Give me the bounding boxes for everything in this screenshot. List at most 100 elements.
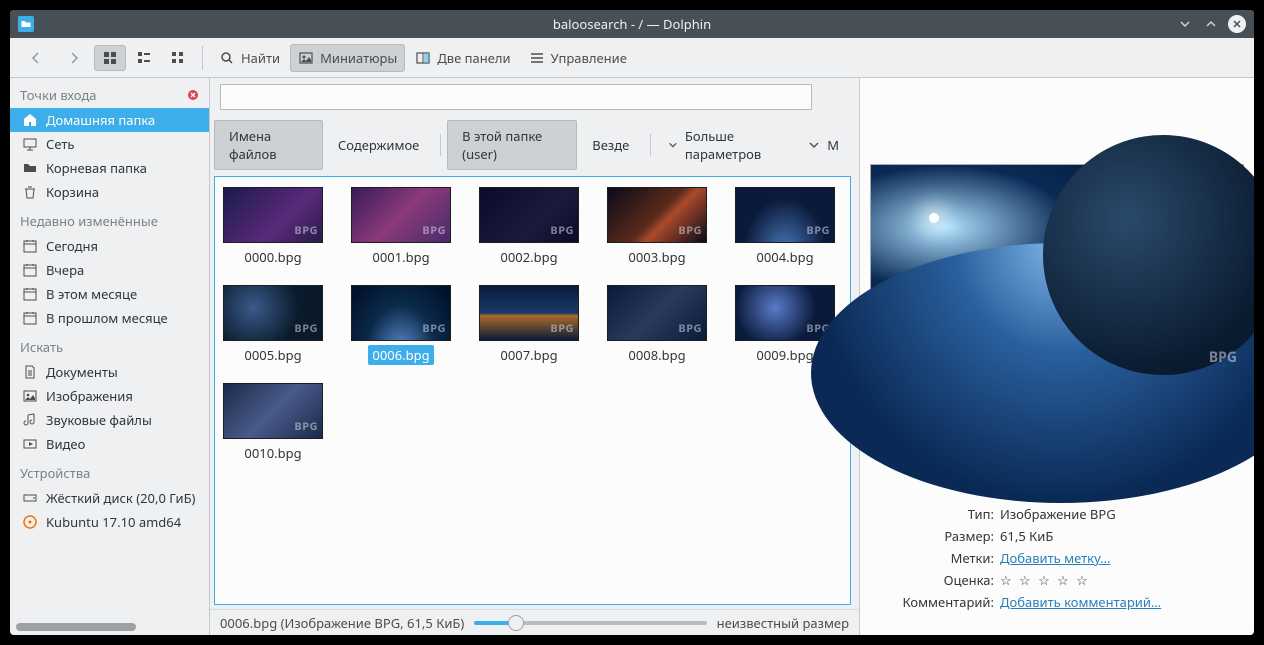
- main-toolbar: Найти Миниатюры Две панели Управление: [10, 38, 1254, 78]
- meta-size: 61,5 КиБ: [1000, 527, 1240, 545]
- file-item[interactable]: BPG 0006.bpg: [349, 285, 453, 365]
- file-name: 0007.bpg: [496, 345, 561, 365]
- file-name: 0010.bpg: [240, 443, 305, 463]
- recent-header: Недавно изменённые: [10, 204, 209, 234]
- view-icons-button[interactable]: [94, 45, 126, 71]
- image-icon: [22, 388, 38, 404]
- file-name: 0006.bpg: [368, 345, 433, 365]
- sidebar-item-places-0[interactable]: Домашняя папка: [10, 108, 209, 132]
- devices-header: Устройства: [10, 456, 209, 486]
- thumbnails-button[interactable]: Миниатюры: [290, 44, 405, 72]
- sidebar-item-recent-1[interactable]: Вчера: [10, 258, 209, 282]
- sidebar-item-search-3[interactable]: Видео: [10, 432, 209, 456]
- sidebar-item-search-2[interactable]: Звуковые файлы: [10, 408, 209, 432]
- file-view[interactable]: BPG 0000.bpg BPG 0001.bpg BPG 0002.bpg BPG0003…: [214, 176, 851, 605]
- information-panel: BPG 0006.bpg Тип: Изображение BPG Размер…: [859, 78, 1254, 635]
- maximize-button[interactable]: [1202, 15, 1220, 33]
- sidebar-item-recent-3[interactable]: В прошлом месяце: [10, 306, 209, 330]
- sidebar-item-places-2[interactable]: Корневая папка: [10, 156, 209, 180]
- file-thumbnail: BPG: [735, 187, 835, 243]
- disc-icon: [22, 514, 38, 530]
- zoom-slider[interactable]: [474, 615, 706, 631]
- file-name: 0001.bpg: [368, 247, 433, 267]
- search-filter-bar: Имена файлов Содержимое В этой папке (us…: [210, 116, 859, 176]
- sidebar-item-devices-0[interactable]: Жёсткий диск (20,0 ГиБ): [10, 486, 209, 510]
- sidebar-item-label: Корневая папка: [46, 159, 147, 177]
- close-places-icon[interactable]: [185, 87, 201, 103]
- file-thumbnail: BPG: [479, 285, 579, 341]
- network-icon: [22, 136, 38, 152]
- file-item[interactable]: BPG0005.bpg: [221, 285, 325, 365]
- sidebar-scrollbar[interactable]: [16, 623, 203, 633]
- sidebar-item-search-0[interactable]: Документы: [10, 360, 209, 384]
- sidebar-item-label: Видео: [46, 435, 85, 453]
- more-options-button[interactable]: Больше параметров: [657, 121, 803, 169]
- calendar-icon: [22, 286, 38, 302]
- status-right: неизвестный размер: [717, 614, 849, 632]
- file-name: 0005.bpg: [240, 345, 305, 365]
- file-item[interactable]: BPG0010.bpg: [221, 383, 325, 463]
- sidebar-item-places-1[interactable]: Сеть: [10, 132, 209, 156]
- calendar-icon: [22, 262, 38, 278]
- minimize-button[interactable]: [1176, 15, 1194, 33]
- sidebar-item-places-3[interactable]: Корзина: [10, 180, 209, 204]
- file-item[interactable]: BPG 0000.bpg: [221, 187, 325, 267]
- titlebar: baloosearch - / — Dolphin: [10, 10, 1254, 38]
- document-icon: [22, 364, 38, 380]
- view-compact-button[interactable]: [128, 45, 160, 71]
- file-item[interactable]: BPG 0004.bpg: [733, 187, 837, 267]
- file-thumbnail: BPG: [351, 187, 451, 243]
- file-name: 0000.bpg: [240, 247, 305, 267]
- filter-in-folder[interactable]: В этой папке (user): [447, 120, 577, 170]
- search-header: Искать: [10, 330, 209, 360]
- sidebar-item-search-1[interactable]: Изображения: [10, 384, 209, 408]
- forward-button[interactable]: [56, 45, 92, 71]
- file-name: 0002.bpg: [496, 247, 561, 267]
- file-item[interactable]: BPG 0002.bpg: [477, 187, 581, 267]
- sidebar-item-recent-2[interactable]: В этом месяце: [10, 282, 209, 306]
- rating-stars[interactable]: ☆ ☆ ☆ ☆ ☆: [1000, 571, 1240, 589]
- split-button[interactable]: Две панели: [407, 44, 518, 72]
- control-button[interactable]: Управление: [521, 44, 635, 72]
- sidebar-item-label: В этом месяце: [46, 285, 137, 303]
- add-tag-link[interactable]: Добавить метку…: [1000, 549, 1110, 567]
- back-button[interactable]: [18, 45, 54, 71]
- more-options-button-2[interactable]: М: [803, 130, 849, 160]
- video-icon: [22, 436, 38, 452]
- preview-image: BPG: [870, 164, 1244, 374]
- sidebar-item-label: Сеть: [46, 135, 74, 153]
- status-bar: 0006.bpg (Изображение BPG, 61,5 КиБ) неи…: [210, 609, 859, 635]
- file-item[interactable]: BPG0008.bpg: [605, 285, 709, 365]
- places-panel: Точки входа Домашняя папкаСетьКорневая п…: [10, 78, 210, 635]
- view-details-button[interactable]: [162, 45, 194, 71]
- file-item[interactable]: BPG 0007.bpg: [477, 285, 581, 365]
- file-name: 0009.bpg: [752, 345, 817, 365]
- sidebar-item-label: Домашняя папка: [46, 111, 155, 129]
- window-title: baloosearch - / — Dolphin: [10, 15, 1254, 33]
- location-input[interactable]: [220, 84, 812, 110]
- file-name: 0008.bpg: [624, 345, 689, 365]
- folder-icon: [22, 160, 38, 176]
- file-thumbnail: BPG: [351, 285, 451, 341]
- file-item[interactable]: BPG0003.bpg: [605, 187, 709, 267]
- sidebar-item-label: Сегодня: [46, 237, 98, 255]
- filter-everywhere[interactable]: Везде: [577, 129, 644, 161]
- location-bar: [210, 78, 859, 116]
- calendar-icon: [22, 310, 38, 326]
- sidebar-item-devices-1[interactable]: Kubuntu 17.10 amd64: [10, 510, 209, 534]
- calendar-icon: [22, 238, 38, 254]
- close-button[interactable]: [1228, 15, 1246, 33]
- sidebar-item-recent-0[interactable]: Сегодня: [10, 234, 209, 258]
- add-comment-link[interactable]: Добавить комментарий…: [1000, 593, 1161, 611]
- file-thumbnail: BPG: [223, 187, 323, 243]
- hdd-icon: [22, 490, 38, 506]
- file-thumbnail: BPG: [479, 187, 579, 243]
- file-item[interactable]: BPG 0001.bpg: [349, 187, 453, 267]
- find-button[interactable]: Найти: [211, 44, 288, 72]
- filter-filenames[interactable]: Имена файлов: [214, 120, 323, 170]
- file-name: 0004.bpg: [752, 247, 817, 267]
- sidebar-item-label: Корзина: [46, 183, 99, 201]
- filter-content[interactable]: Содержимое: [323, 129, 434, 161]
- file-thumbnail: BPG: [607, 187, 707, 243]
- sidebar-item-label: Жёсткий диск (20,0 ГиБ): [46, 489, 195, 507]
